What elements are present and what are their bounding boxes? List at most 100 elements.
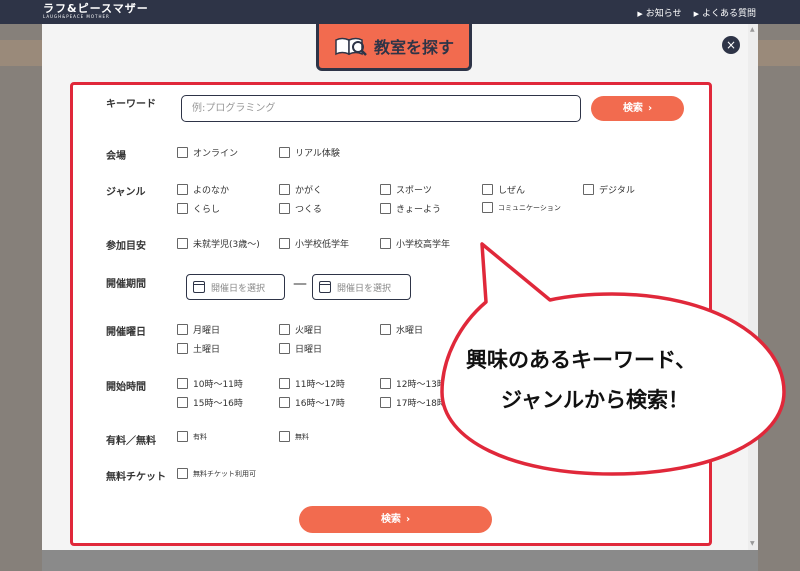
checkbox-box[interactable] <box>177 203 188 214</box>
checkbox-label: 未就学児(3歳～) <box>193 240 260 250</box>
checkbox-box[interactable] <box>482 202 493 213</box>
genre-checkbox[interactable]: かがく <box>279 183 322 196</box>
checkbox-label: 日曜日 <box>295 345 323 355</box>
checkbox-box[interactable] <box>380 203 391 214</box>
checkbox-box[interactable] <box>177 397 188 408</box>
checkbox-box[interactable] <box>279 147 290 158</box>
keyword-input[interactable]: 例:プログラミング <box>181 95 581 122</box>
news-link[interactable]: ▶ お知らせ <box>637 6 681 19</box>
bottom-search-button[interactable]: 検索 › <box>299 506 492 533</box>
callout-line-1: 興味のあるキーワード、 <box>466 348 697 372</box>
checkbox-box[interactable] <box>279 431 290 442</box>
site-logo[interactable]: ラフ&ピースマザー LAUGH&PEACE MOTHER <box>43 3 149 19</box>
checkbox-label: 11時～12時 <box>295 380 345 390</box>
weekday-label: 開催曜日 <box>106 327 146 338</box>
genre-checkbox[interactable]: よのなか <box>177 183 229 196</box>
checkbox-box[interactable] <box>177 147 188 158</box>
modal-title-tab: 教室を探す <box>316 24 472 71</box>
genre-checkbox[interactable]: デジタル <box>583 183 635 196</box>
weekday-checkbox[interactable]: 日曜日 <box>279 342 322 355</box>
checkbox-box[interactable] <box>380 378 391 389</box>
close-button[interactable]: × <box>722 36 740 54</box>
logo-sub-text: LAUGH&PEACE MOTHER <box>43 14 110 19</box>
checkbox-label: 小学校低学年 <box>295 240 350 250</box>
search-button-label: 検索 <box>622 103 643 114</box>
background-decoration-left <box>0 40 42 66</box>
checkbox-box[interactable] <box>177 468 188 479</box>
checkbox-label: 16時～17時 <box>295 399 345 409</box>
chevron-right-icon: › <box>647 103 653 114</box>
checkbox-box[interactable] <box>279 203 290 214</box>
calendar-icon <box>193 281 205 293</box>
fee-checkbox[interactable]: 無料 <box>279 431 309 442</box>
genre-checkbox[interactable]: しぜん <box>482 183 525 196</box>
genre-checkbox[interactable]: スポーツ <box>380 183 432 196</box>
venue-online-checkbox[interactable]: オンライン <box>177 146 238 159</box>
start-date-input[interactable]: 開催日を選択 <box>186 274 285 300</box>
checkbox-label: くらし <box>193 205 221 215</box>
checkbox-label: しぜん <box>498 186 526 196</box>
checkbox-label: リアル体験 <box>295 149 340 159</box>
genre-checkbox[interactable]: コミュニケーション <box>482 202 561 213</box>
checkbox-box[interactable] <box>380 324 391 335</box>
scroll-up-arrow[interactable]: ▲ <box>750 26 755 33</box>
book-search-icon <box>335 37 367 56</box>
genre-checkbox[interactable]: つくる <box>279 202 322 215</box>
checkbox-box[interactable] <box>279 343 290 354</box>
checkbox-label: スポーツ <box>396 186 432 196</box>
checkbox-label: 有料 <box>193 432 207 441</box>
weekday-checkbox[interactable]: 水曜日 <box>380 323 423 336</box>
checkbox-label: つくる <box>295 205 322 215</box>
date-placeholder: 開催日を選択 <box>211 283 266 294</box>
checkbox-box[interactable] <box>380 238 391 249</box>
time-label: 開始時間 <box>106 382 146 393</box>
checkbox-box[interactable] <box>177 238 188 249</box>
checkbox-label: 無料 <box>295 432 309 441</box>
header-links: ▶ お知らせ ▶ よくある質問 <box>637 6 756 19</box>
faq-link[interactable]: ▶ よくある質問 <box>694 6 756 19</box>
checkbox-box[interactable] <box>279 184 290 195</box>
venue-real-checkbox[interactable]: リアル体験 <box>279 146 340 159</box>
checkbox-box[interactable] <box>279 324 290 335</box>
end-date-input[interactable]: 開催日を選択 <box>312 274 411 300</box>
checkbox-box[interactable] <box>380 184 391 195</box>
checkbox-box[interactable] <box>177 343 188 354</box>
checkbox-box[interactable] <box>177 378 188 389</box>
checkbox-label: 無料チケット利用可 <box>193 469 256 478</box>
time-checkbox[interactable]: 12時～13時 <box>380 377 446 390</box>
time-checkbox[interactable]: 11時～12時 <box>279 377 345 390</box>
genre-label: ジャンル <box>106 187 146 198</box>
keyword-search-button[interactable]: 検索 › <box>591 96 684 121</box>
genre-checkbox[interactable]: くらし <box>177 202 220 215</box>
ticket-checkbox[interactable]: 無料チケット利用可 <box>177 468 256 479</box>
callout-line-2: ジャンルから検索！ <box>501 388 689 412</box>
weekday-checkbox[interactable]: 月曜日 <box>177 323 220 336</box>
top-navigation-bar: ラフ&ピースマザー LAUGH&PEACE MOTHER ▶ お知らせ ▶ よくある… <box>0 0 800 24</box>
weekday-checkbox[interactable]: 火曜日 <box>279 323 322 336</box>
checkbox-box[interactable] <box>380 397 391 408</box>
fee-checkbox[interactable]: 有料 <box>177 431 207 442</box>
checkbox-label: 火曜日 <box>295 326 323 336</box>
time-checkbox[interactable]: 10時～11時 <box>177 377 243 390</box>
checkbox-box[interactable] <box>583 184 594 195</box>
scroll-down-arrow[interactable]: ▼ <box>750 540 755 547</box>
age-checkbox[interactable]: 未就学児(3歳～) <box>177 237 260 250</box>
triangle-right-icon: ▶ <box>637 10 643 18</box>
ticket-label: 無料チケット <box>106 472 166 483</box>
age-checkbox[interactable]: 小学校低学年 <box>279 237 349 250</box>
checkbox-box[interactable] <box>177 324 188 335</box>
weekday-checkbox[interactable]: 土曜日 <box>177 342 220 355</box>
time-checkbox[interactable]: 15時～16時 <box>177 396 243 409</box>
genre-checkbox[interactable]: きょーよう <box>380 202 441 215</box>
checkbox-box[interactable] <box>177 431 188 442</box>
time-checkbox[interactable]: 16時～17時 <box>279 396 345 409</box>
checkbox-box[interactable] <box>279 397 290 408</box>
checkbox-box[interactable] <box>279 378 290 389</box>
background-decoration-right <box>758 40 800 66</box>
time-checkbox[interactable]: 17時～18時 <box>380 396 446 409</box>
checkbox-box[interactable] <box>279 238 290 249</box>
checkbox-label: 月曜日 <box>193 326 221 336</box>
checkbox-box[interactable] <box>177 184 188 195</box>
checkbox-box[interactable] <box>482 184 493 195</box>
news-link-label: お知らせ <box>645 9 682 19</box>
